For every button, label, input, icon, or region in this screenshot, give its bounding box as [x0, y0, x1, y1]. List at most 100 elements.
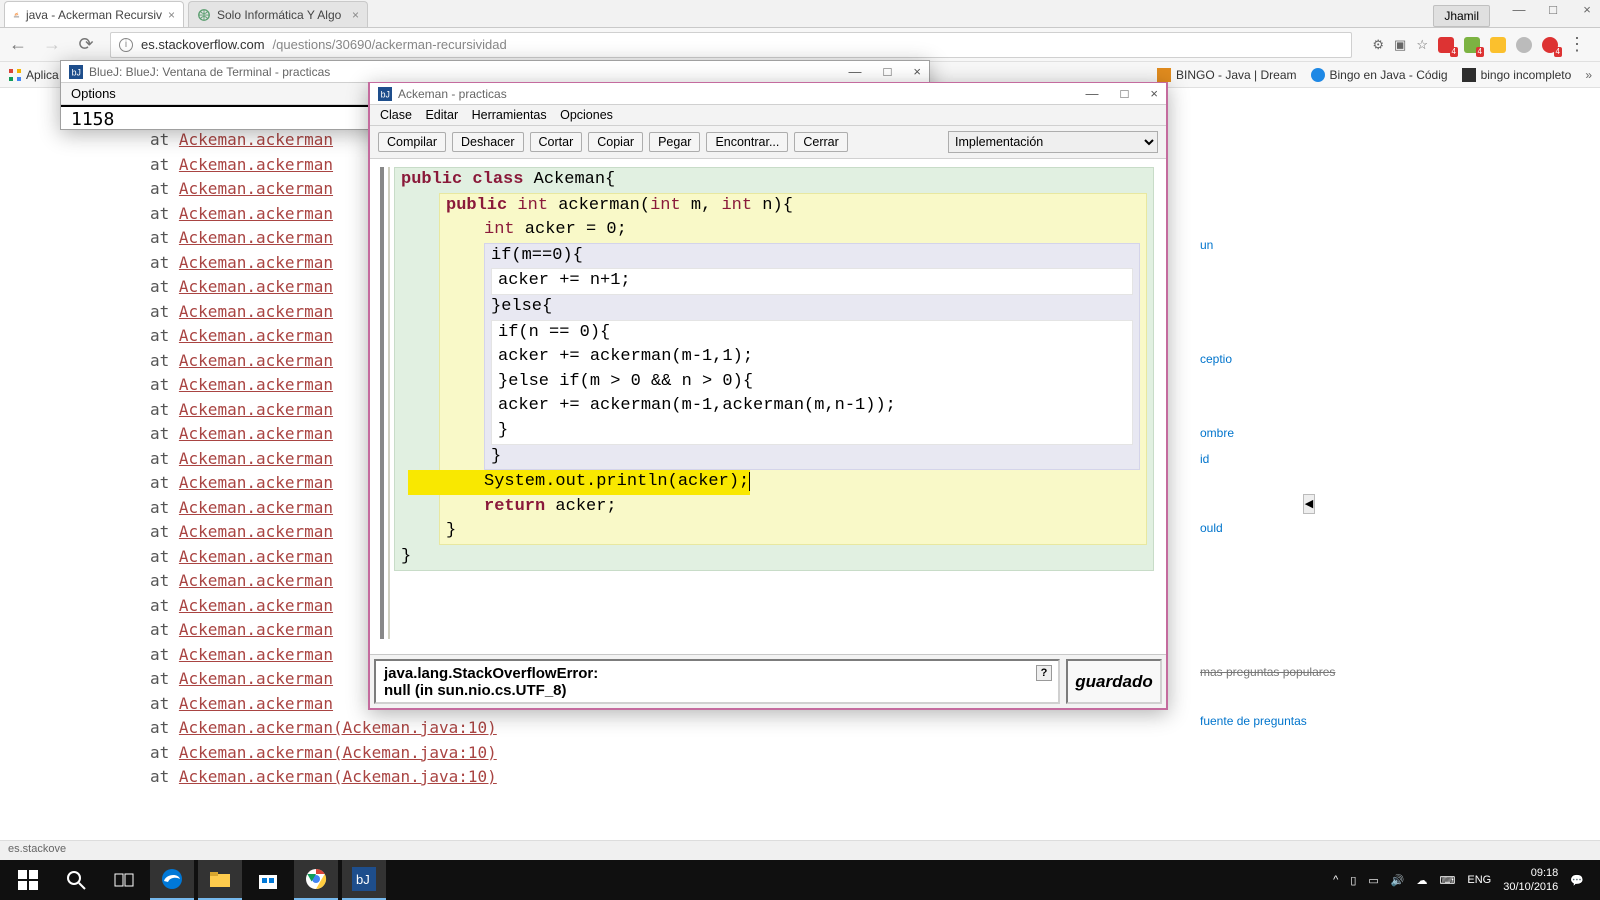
sidebar-link[interactable]: ceptio — [1200, 352, 1450, 366]
url-path: /questions/30690/ackerman-recursividad — [273, 37, 507, 52]
star-icon[interactable]: ☆ — [1416, 37, 1428, 53]
close-icon[interactable]: × — [913, 64, 921, 79]
close-icon[interactable]: × — [1580, 2, 1594, 17]
keyboard-icon[interactable]: ⌨ — [1440, 874, 1456, 887]
ext-yellow-icon[interactable] — [1490, 37, 1506, 53]
editor-status-bar: java.lang.StackOverflowError: null (in s… — [370, 654, 1166, 708]
terminal-title: BlueJ: BlueJ: Ventana de Terminal - prac… — [89, 65, 330, 79]
minimize-icon[interactable]: — — [849, 64, 862, 79]
sidebar-text: mas preguntas populares — [1200, 665, 1450, 679]
volume-icon[interactable]: 🔊 — [1391, 874, 1405, 887]
editor-toolbar: Compilar Deshacer Cortar Copiar Pegar En… — [370, 126, 1166, 159]
apps-button[interactable]: Aplica — [8, 68, 59, 82]
translate-icon[interactable]: ⚙ — [1372, 37, 1384, 53]
onedrive-icon[interactable]: ☁ — [1417, 874, 1428, 887]
sidebar-link[interactable]: ould — [1200, 521, 1450, 535]
stackoverflow-icon — [13, 8, 20, 22]
editor-menubar: Clase Editar Herramientas Opciones — [370, 105, 1166, 126]
maximize-icon[interactable]: □ — [1121, 86, 1129, 101]
menu-icon[interactable]: ⋮ — [1568, 34, 1586, 55]
close-icon[interactable]: × — [1150, 86, 1158, 101]
maximize-icon[interactable]: □ — [1546, 2, 1560, 17]
bluej-icon: bJ — [378, 87, 392, 101]
menu-clase[interactable]: Clase — [380, 108, 412, 122]
so-sidebar: un ceptio ombre id ould mas preguntas po… — [1200, 238, 1450, 750]
chrome-tab-active[interactable]: java - Ackerman Recursiv × — [4, 1, 184, 27]
chrome-toolbar: ← → ⟳ i es.stackoverflow.com/questions/3… — [0, 28, 1600, 62]
editor-title: Ackeman - practicas — [398, 87, 507, 101]
abp-icon[interactable]: 4 — [1438, 37, 1454, 53]
bookmark-item[interactable]: Bingo en Java - Códig — [1311, 68, 1448, 82]
bluej-editor-window: bJ Ackeman - practicas — □ × Clase Edita… — [368, 82, 1168, 710]
code-editor[interactable]: public class Ackeman{ public int ackerma… — [370, 159, 1166, 647]
tab-title: Solo Informática Y Algo — [217, 8, 341, 22]
chrome-status-bar: es.stackove — [0, 840, 1600, 860]
cast-icon[interactable]: ▣ — [1394, 37, 1406, 53]
store-button[interactable] — [246, 860, 290, 900]
notifications-icon[interactable]: 💬 — [1570, 874, 1584, 887]
address-bar[interactable]: i es.stackoverflow.com/questions/30690/a… — [110, 32, 1352, 58]
network-icon[interactable]: ▭ — [1368, 874, 1378, 887]
sidebar-link[interactable]: un — [1200, 238, 1450, 252]
menu-editar[interactable]: Editar — [425, 108, 458, 122]
menu-opciones[interactable]: Opciones — [560, 108, 613, 122]
paste-button[interactable]: Pegar — [649, 132, 700, 152]
error-help-button[interactable]: ? — [1036, 665, 1052, 681]
tray-chevron-icon[interactable]: ^ — [1333, 874, 1338, 886]
menu-herramientas[interactable]: Herramientas — [472, 108, 547, 122]
bookmarks-overflow[interactable]: » — [1585, 68, 1592, 82]
taskview-button[interactable] — [102, 860, 146, 900]
chrome-tab-strip: java - Ackerman Recursiv × Solo Informát… — [0, 0, 1600, 28]
terminal-titlebar[interactable]: bJ BlueJ: BlueJ: Ventana de Terminal - p… — [61, 61, 929, 83]
start-button[interactable] — [6, 860, 50, 900]
undo-button[interactable]: Deshacer — [452, 132, 524, 152]
compile-button[interactable]: Compilar — [378, 132, 446, 152]
error-message: java.lang.StackOverflowError: null (in s… — [374, 659, 1060, 704]
close-tab-icon[interactable]: × — [352, 8, 359, 22]
svg-text:bJ: bJ — [381, 89, 390, 99]
back-button[interactable]: ← — [8, 34, 28, 55]
collapse-arrow-icon[interactable]: ◀ — [1303, 494, 1315, 514]
chrome-button[interactable] — [294, 860, 338, 900]
forward-button[interactable]: → — [42, 34, 62, 55]
minimize-icon[interactable]: — — [1512, 2, 1526, 17]
svg-text:bJ: bJ — [356, 872, 370, 887]
sidebar-link[interactable]: id — [1200, 452, 1450, 466]
close-button[interactable]: Cerrar — [794, 132, 847, 152]
svg-text:bJ: bJ — [72, 67, 81, 77]
tab-title: java - Ackerman Recursiv — [26, 8, 162, 22]
search-button[interactable] — [54, 860, 98, 900]
bookmark-item[interactable]: BINGO - Java | Dream — [1157, 68, 1296, 82]
sidebar-link[interactable]: fuente de preguntas — [1200, 714, 1450, 728]
globe-icon — [197, 8, 211, 22]
cut-button[interactable]: Cortar — [530, 132, 583, 152]
window-controls: — □ × — [1512, 2, 1594, 17]
sidebar-link[interactable]: ombre — [1200, 426, 1450, 440]
view-select[interactable]: Implementación — [948, 131, 1158, 153]
language-indicator[interactable]: ENG — [1467, 874, 1491, 886]
ext-red-icon[interactable]: 4 — [1542, 37, 1558, 53]
windows-taskbar: bJ ^ ▯ ▭ 🔊 ☁ ⌨ ENG 09:18 30/10/2016 💬 — [0, 860, 1600, 900]
chrome-user-button[interactable]: Jhamil — [1433, 5, 1490, 27]
bluej-button[interactable]: bJ — [342, 860, 386, 900]
bluej-icon: bJ — [69, 65, 83, 79]
ext-grey-icon[interactable] — [1516, 37, 1532, 53]
close-tab-icon[interactable]: × — [168, 8, 175, 22]
save-status: guardado — [1066, 659, 1162, 704]
minimize-icon[interactable]: — — [1086, 86, 1099, 101]
find-button[interactable]: Encontrar... — [706, 132, 788, 152]
explorer-button[interactable] — [198, 860, 242, 900]
maximize-icon[interactable]: □ — [884, 64, 892, 79]
extensions-area: ⚙ ▣ ☆ 4 4 4 ⋮ — [1366, 34, 1592, 55]
copy-button[interactable]: Copiar — [588, 132, 643, 152]
clock[interactable]: 09:18 30/10/2016 — [1503, 866, 1558, 894]
site-info-icon[interactable]: i — [119, 38, 133, 52]
reload-button[interactable]: ⟳ — [76, 34, 96, 55]
url-host: es.stackoverflow.com — [141, 37, 265, 52]
ext-green-icon[interactable]: 4 — [1464, 37, 1480, 53]
bookmark-item[interactable]: bingo incompleto — [1462, 68, 1572, 82]
chrome-tab-inactive[interactable]: Solo Informática Y Algo × — [188, 1, 368, 27]
editor-titlebar[interactable]: bJ Ackeman - practicas — □ × — [370, 83, 1166, 105]
battery-icon[interactable]: ▯ — [1350, 874, 1356, 887]
edge-button[interactable] — [150, 860, 194, 900]
